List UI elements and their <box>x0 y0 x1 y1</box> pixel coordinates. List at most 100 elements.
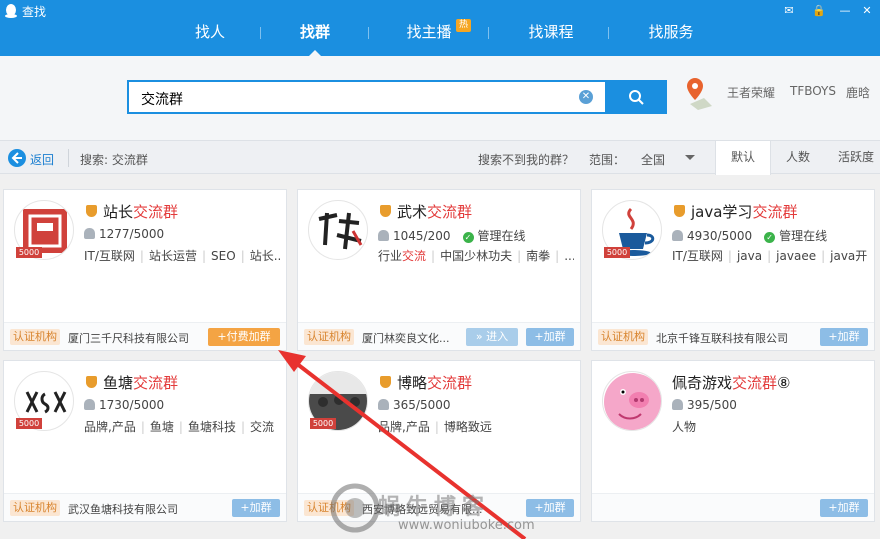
person-icon <box>378 230 389 241</box>
cert-badge: 认证机构 <box>10 329 60 345</box>
back-link[interactable]: 返回 <box>30 151 54 168</box>
nav-divider <box>608 27 609 39</box>
group-tags: IT/互联网|java|javaee|java开... <box>672 249 868 263</box>
card-footer: 认证机构 厦门林奕良文化... » 进入 +加群 <box>298 322 580 350</box>
sort-tab-activity[interactable]: 活跃度 <box>826 141 880 175</box>
org-name: 厦门林奕良文化... <box>362 332 450 345</box>
group-tags: 品牌,产品 | 鱼塘 | 鱼塘科技 | 交流 <box>84 420 275 434</box>
nav-tabs: 找人 找群 找主播 热 找课程 找服务 <box>150 19 750 57</box>
divider <box>68 149 69 167</box>
close-icon[interactable]: ✕ <box>860 4 874 18</box>
watermark-text: 蜗牛博客 <box>378 495 491 520</box>
range-select[interactable]: 全国 <box>641 151 665 168</box>
group-name[interactable]: 武术交流群 <box>397 201 472 222</box>
lock-icon[interactable]: 🔒 <box>812 4 826 18</box>
level-badge: 5000 <box>16 418 42 429</box>
back-arrow-icon[interactable] <box>8 149 26 167</box>
nav-divider <box>488 27 489 39</box>
member-count: 1045/200 ✓ 管理在线 <box>378 227 526 244</box>
verified-shield-icon <box>380 376 391 388</box>
nav-divider <box>260 27 261 39</box>
level-badge: 5000 <box>310 418 336 429</box>
group-card[interactable]: 5000 鱼塘交流群 1730/5000 品牌,产品 | 鱼塘 | 鱼塘科技 | 交流 认证… <box>3 360 287 522</box>
cert-badge: 认证机构 <box>10 500 60 516</box>
group-name[interactable]: 佩奇游戏交流群⑧ <box>672 372 790 393</box>
group-card[interactable]: 佩奇游戏交流群⑧ 395/500 人物 +加群 <box>591 360 875 522</box>
person-icon <box>378 399 389 410</box>
join-button[interactable]: +加群 <box>820 499 868 517</box>
top-bar: 查找 ✉ 🔒 — ✕ 找人 找群 找主播 热 找课程 找服务 <box>0 0 880 57</box>
not-found-link[interactable]: 搜索不到我的群？ <box>478 151 574 168</box>
verified-shield-icon <box>380 205 391 217</box>
group-tags: 行业交流|中国少林功夫|南拳|... <box>378 249 574 263</box>
card-footer: 认证机构 北京千锋互联科技有限公司 +加群 <box>592 322 874 350</box>
enter-button[interactable]: » 进入 <box>466 328 518 346</box>
tab-find-services[interactable]: 找服务 <box>645 22 697 48</box>
search-echo: 搜索: 交流群 <box>80 153 148 167</box>
group-name[interactable]: 博略交流群 <box>397 372 472 393</box>
group-name[interactable]: java学习交流群 <box>691 201 797 222</box>
group-card[interactable]: 武术交流群 1045/200✓管理在线 行业交流|中国少林功夫|南拳|... 认… <box>297 189 581 351</box>
tab-find-streamers[interactable]: 找主播 <box>403 22 455 48</box>
tab-find-people[interactable]: 找人 <box>193 22 227 48</box>
search-input[interactable]: 交流群 ✕ <box>127 80 607 114</box>
cert-badge: 认证机构 <box>598 329 648 345</box>
verified-shield-icon <box>86 205 97 217</box>
group-name[interactable]: 站长交流群 <box>103 201 178 222</box>
org-name: 武汉鱼塘科技有限公司 <box>68 503 178 516</box>
verified-shield-icon <box>674 205 685 217</box>
person-icon <box>672 230 683 241</box>
paid-join-button[interactable]: +付费加群 <box>208 328 280 346</box>
cert-badge: 认证机构 <box>304 500 354 516</box>
qq-penguin-icon <box>5 4 17 18</box>
search-area: 交流群 ✕ 王者荣耀 TFBOYS 鹿晗 <box>0 56 880 140</box>
member-count: 1277/5000 <box>84 227 164 241</box>
hot-word-link[interactable]: 鹿晗 <box>846 84 870 101</box>
member-count: 1730/5000 <box>84 398 164 412</box>
map-pin-icon[interactable] <box>684 76 714 110</box>
search-button[interactable] <box>607 80 667 114</box>
minimize-icon[interactable]: — <box>838 4 852 18</box>
join-button[interactable]: +加群 <box>232 499 280 517</box>
sort-tab-default[interactable]: 默认 <box>715 141 771 175</box>
search-icon <box>629 90 644 105</box>
tab-find-courses[interactable]: 找课程 <box>525 22 577 48</box>
range-label: 范围： <box>589 153 626 167</box>
org-name: 厦门三千尺科技有限公司 <box>68 332 189 345</box>
group-card[interactable]: 5000 java学习交流群 4930/5000 ✓ 管理在线 IT/互联网 | jav… <box>591 189 875 351</box>
member-count: 365/5000 <box>378 398 451 412</box>
kungfu-calligraphy-icon <box>318 212 363 250</box>
group-avatar[interactable] <box>602 371 662 431</box>
join-button[interactable]: +加群 <box>526 499 574 517</box>
group-tags: 人物 <box>672 420 697 434</box>
check-icon: ✓ <box>764 232 776 243</box>
chevron-down-icon[interactable] <box>685 155 695 160</box>
member-count: 4930/5000 ✓ 管理在线 <box>672 227 827 244</box>
search-input-value[interactable]: 交流群 <box>141 89 183 109</box>
clear-icon[interactable]: ✕ <box>579 90 593 104</box>
person-icon <box>84 228 95 239</box>
hot-word-link[interactable]: TFBOYS <box>790 84 836 98</box>
card-footer: 认证机构 武汉鱼塘科技有限公司 +加群 <box>4 493 286 521</box>
group-results: 5000 站长交流群 1277/5000 IT/互联网 | 站长运营 | SEO | 站长.… <box>0 176 880 539</box>
hot-word-link[interactable]: 王者荣耀 <box>727 84 775 101</box>
feedback-icon[interactable]: ✉ <box>782 4 796 18</box>
filter-bar: 返回 搜索: 交流群 搜索不到我的群？ 范围： 全国 默认 人数 活跃度 <box>0 140 880 175</box>
join-button[interactable]: +加群 <box>820 328 868 346</box>
group-avatar[interactable] <box>308 200 368 260</box>
cert-badge: 认证机构 <box>304 329 354 345</box>
verified-shield-icon <box>86 376 97 388</box>
sort-tab-members[interactable]: 人数 <box>771 141 825 175</box>
card-footer: 认证机构 厦门三千尺科技有限公司 +付费加群 <box>4 322 286 350</box>
group-name[interactable]: 鱼塘交流群 <box>103 372 178 393</box>
group-tags: IT/互联网|站长运营|SEO|站长... <box>84 249 280 263</box>
group-tags: 品牌,产品 | 博略致远 <box>378 420 492 434</box>
tab-find-groups[interactable]: 找群 <box>298 22 332 57</box>
group-card[interactable]: 5000 站长交流群 1277/5000 IT/互联网 | 站长运营 | SEO | 站长.… <box>3 189 287 351</box>
watermark-url: www.woniuboke.com <box>398 518 535 533</box>
level-badge: 5000 <box>604 247 630 258</box>
join-button[interactable]: +加群 <box>526 328 574 346</box>
level-badge: 5000 <box>16 247 42 258</box>
org-name: 北京千锋互联科技有限公司 <box>656 332 788 345</box>
window-title: 查找 <box>22 5 47 19</box>
